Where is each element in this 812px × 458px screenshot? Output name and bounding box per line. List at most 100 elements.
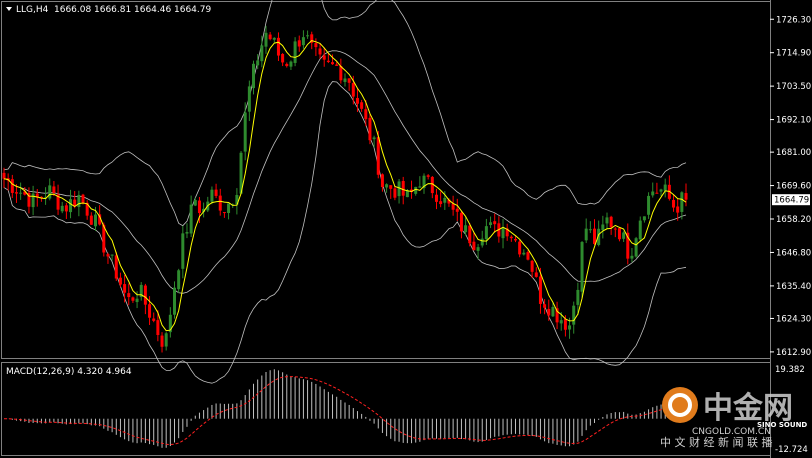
price-panel-frame (1, 1, 771, 359)
price-tick-label: 1635.40 (776, 282, 811, 292)
candle (439, 191, 443, 208)
candle-body (351, 83, 355, 97)
candle-body (426, 175, 430, 177)
candle (6, 173, 10, 191)
candle-body (651, 191, 655, 196)
candle (218, 188, 222, 216)
candle-body (60, 205, 64, 212)
ohlc-close: 1664.79 (174, 5, 211, 15)
candle (143, 283, 147, 315)
candle-body (214, 189, 218, 196)
candle-body (189, 204, 193, 234)
candle (401, 176, 405, 205)
cngold-logo-icon (662, 387, 698, 423)
candle-body (551, 306, 555, 317)
candle (601, 215, 605, 239)
candle-body (306, 35, 310, 37)
candle (272, 37, 276, 43)
candle-body (77, 194, 81, 208)
candle-body (69, 199, 73, 213)
candle-body (443, 197, 447, 203)
candle-body (114, 255, 118, 279)
candle (584, 218, 588, 244)
candle-body (252, 63, 256, 89)
chart-stage: 1726.30 1714.90 1703.50 1692.10 1681.00 1669.… (1, 0, 811, 458)
candle-body (622, 232, 626, 239)
candle (526, 250, 530, 261)
symbol-menu-triangle-icon[interactable] (6, 7, 12, 11)
candle-body (489, 222, 493, 226)
candle (56, 184, 60, 215)
candle-body (281, 53, 285, 63)
candle-body (638, 220, 642, 240)
candle-body (152, 318, 156, 321)
candle-body (355, 98, 359, 104)
candle-body (526, 252, 530, 260)
candle-body (393, 188, 397, 198)
candle-body (143, 285, 147, 305)
candle-body (326, 60, 330, 62)
candle (534, 267, 538, 278)
candle (672, 194, 676, 212)
candle-body (14, 192, 18, 194)
candle-body (339, 66, 343, 81)
candle-body (93, 214, 97, 227)
candle (289, 60, 293, 71)
candle-body (335, 64, 339, 66)
candle (222, 212, 226, 218)
candle-body (576, 289, 580, 305)
candle (31, 185, 35, 216)
candle (293, 37, 297, 67)
candle (655, 182, 659, 194)
candle-body (256, 60, 260, 66)
candle (613, 227, 617, 238)
candle (189, 195, 193, 238)
candle-body (543, 304, 547, 308)
price-tick-label: 1714.90 (776, 49, 811, 59)
candle-body (135, 298, 139, 303)
candle-body (322, 55, 326, 60)
candle (426, 174, 430, 180)
candle-body (89, 215, 93, 225)
candle-body (468, 225, 472, 244)
candle-body (630, 255, 634, 259)
candle (667, 175, 671, 201)
candle-body (48, 185, 52, 199)
candle-body (218, 195, 222, 211)
bollinger-middle-band (3, 50, 687, 294)
candle (422, 173, 426, 194)
candle-body (464, 225, 468, 233)
candle-body (459, 212, 463, 232)
candle (505, 223, 509, 241)
candle-body (210, 189, 214, 202)
candle-body (514, 239, 517, 241)
candle-body (439, 201, 443, 205)
candle (118, 272, 122, 287)
candle (385, 183, 389, 193)
candle-body (276, 37, 280, 56)
macd-lower-label: -12.724 (775, 445, 808, 455)
candle-body (185, 232, 189, 234)
candle-body (193, 200, 197, 206)
candle (493, 213, 497, 233)
candle (380, 173, 384, 192)
candle-body (131, 297, 135, 301)
candle (268, 32, 272, 41)
candle (152, 312, 156, 323)
macd-histogram (7, 369, 687, 448)
candle-body (110, 254, 114, 256)
candle (227, 203, 231, 220)
candle-body (484, 226, 488, 240)
candle (44, 187, 48, 205)
candle-body (285, 63, 289, 67)
candle (306, 30, 310, 39)
candle-body (293, 41, 297, 63)
candle-body (418, 186, 422, 188)
candle-body (559, 320, 563, 324)
cngold-watermark: 中金网 CNGOLD.COM.CN SINO SOUND 中 文 财 经 新 闻… (660, 387, 807, 449)
price-tick-label: 1669.60 (776, 182, 811, 192)
bollinger-lower-band (3, 81, 687, 384)
candle (214, 183, 218, 199)
candle (455, 198, 459, 221)
candle (252, 60, 256, 95)
